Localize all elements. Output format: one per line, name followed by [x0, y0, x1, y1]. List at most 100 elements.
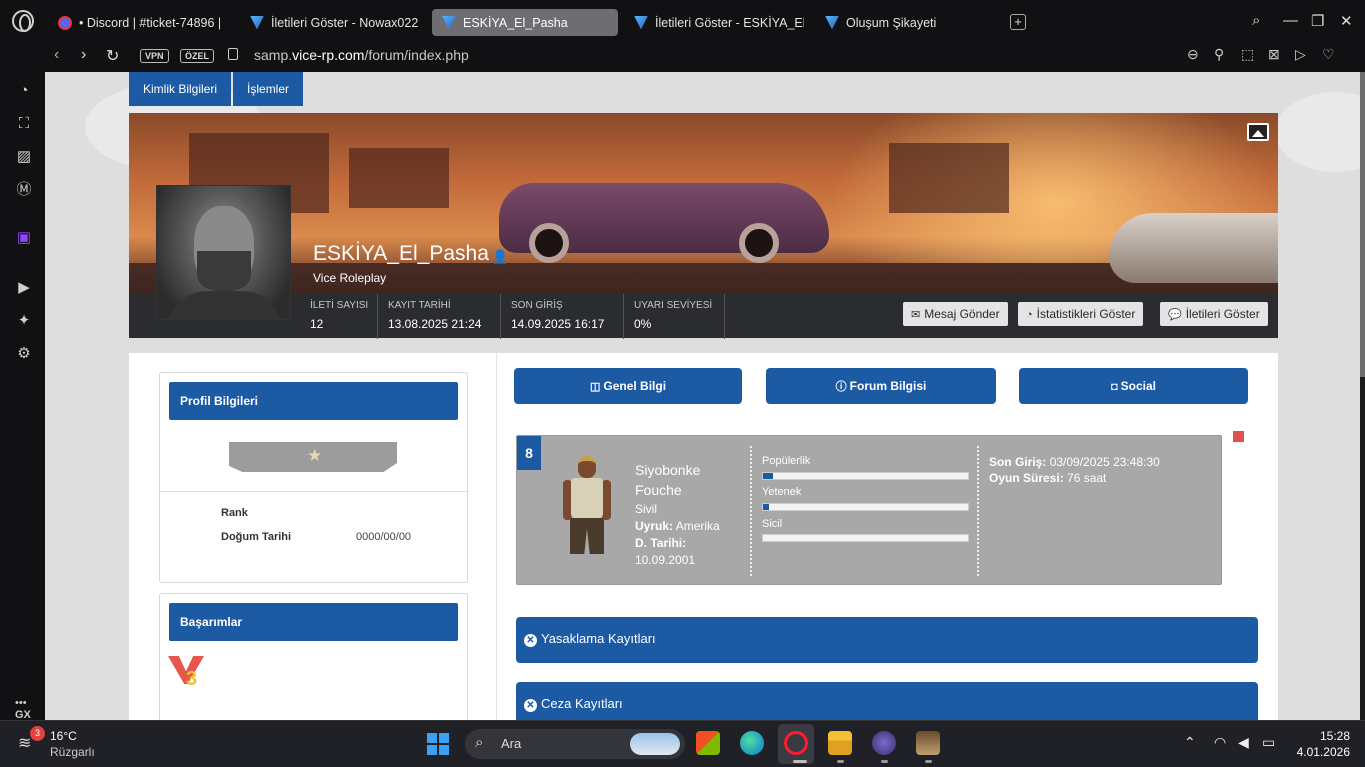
speed-icon[interactable]: ◔: [15, 82, 33, 100]
columns-icon: ◫: [589, 381, 601, 393]
tab-genel-bilgi[interactable]: ◫ Genel Bilgi: [514, 368, 742, 404]
tab-social[interactable]: ◘ Social: [1019, 368, 1248, 404]
search-tabs-icon[interactable]: ⌕: [1252, 12, 1260, 29]
status-indicator: [1233, 431, 1244, 442]
character-nationality: Uyruk: Amerika: [635, 519, 720, 533]
tab-kimlik-bilgileri[interactable]: Kimlik Bilgileri: [129, 72, 232, 106]
lock-icon[interactable]: [228, 48, 238, 60]
snapshot-icon[interactable]: ⬚: [1241, 46, 1254, 63]
adblock-icon[interactable]: ⊠: [1268, 46, 1280, 63]
skill-bar: [762, 503, 969, 511]
wifi-icon[interactable]: ◠: [1214, 734, 1226, 751]
character-last-login: Son Giriş: 03/09/2025 23:48:30: [989, 455, 1160, 469]
clock-time[interactable]: 15:28: [1300, 729, 1350, 743]
rank-label: Rank: [221, 507, 248, 519]
info-icon: ⓘ: [835, 381, 847, 393]
achievement-badge[interactable]: 3: [168, 656, 206, 692]
tab-islemler[interactable]: İşlemler: [233, 72, 304, 106]
edge-icon[interactable]: [740, 731, 764, 755]
record-label: Sicil: [762, 518, 783, 530]
clock-date[interactable]: 4.01.2026: [1290, 745, 1350, 759]
vpn-badge[interactable]: VPN: [140, 49, 169, 63]
character-card[interactable]: 8 Siyobonke Fouche Sivil Uyruk: Amerika …: [516, 435, 1222, 585]
heart-icon[interactable]: ♡: [1322, 46, 1335, 63]
achievements-card: Başarımlar 3: [159, 593, 468, 720]
profile-info-card: Profil Bilgileri ★ Rank Doğum Tarihi 000…: [159, 372, 468, 583]
back-icon[interactable]: ‹: [54, 46, 59, 64]
stat-last-login: SON GİRİŞ 14.09.2025 16:17: [501, 294, 624, 339]
rank-badge: ★: [225, 439, 401, 475]
tab-olusum[interactable]: Oluşum Şikayeti: [815, 9, 995, 36]
taskbar-search[interactable]: ⌕ Ara: [465, 729, 685, 759]
show-stats-button[interactable]: ◔ İstatistikleri Göster: [1018, 302, 1144, 326]
battery-icon[interactable]: ▭: [1262, 734, 1275, 751]
achievements-header: Başarımlar: [169, 603, 458, 641]
url-field[interactable]: samp.vice-rp.com/forum/index.php: [254, 47, 469, 63]
change-cover-image-icon[interactable]: [1247, 123, 1269, 141]
popularity-bar: [762, 472, 969, 480]
tab-discord[interactable]: • Discord | #ticket-74896 |: [48, 9, 226, 36]
opera-logo-icon[interactable]: [12, 10, 34, 32]
tab-eskiya-posts[interactable]: İletileri Göster - ESKİYA_El_: [624, 9, 804, 36]
weather-condition[interactable]: Rüzgarlı: [50, 745, 95, 759]
zoom-icon[interactable]: ⊖: [1187, 46, 1199, 63]
tab-title: ESKİYA_El_Pasha: [463, 15, 568, 30]
maximize-icon[interactable]: ❐: [1311, 12, 1324, 30]
search-placeholder: Ara: [501, 736, 522, 751]
discord-app-icon[interactable]: [872, 731, 896, 755]
tab-nowax[interactable]: İletileri Göster - Nowax022: [240, 9, 422, 36]
more-icon[interactable]: •••: [15, 697, 27, 709]
temperature[interactable]: 16°C: [50, 729, 77, 743]
start-button[interactable]: [427, 733, 449, 755]
search-highlight-image: [630, 733, 680, 755]
chevron-up-icon[interactable]: ⌃: [1184, 734, 1196, 751]
birthdate-label: Doğum Tarihi: [221, 531, 292, 543]
show-posts-button[interactable]: 💬 İletileri Göster: [1160, 302, 1268, 326]
bg-decoration: [1275, 92, 1360, 172]
reload-icon[interactable]: ↻: [106, 46, 119, 66]
page-scrollbar[interactable]: [1360, 72, 1365, 720]
close-icon[interactable]: ✕: [1340, 12, 1353, 30]
profile-content: Profil Bilgileri ★ Rank Doğum Tarihi 000…: [129, 353, 1278, 720]
vice-icon: [250, 15, 264, 30]
ban-records-accordion[interactable]: ✕ Yasaklama Kayıtları: [516, 617, 1258, 663]
penalty-records-accordion[interactable]: ✕ Ceza Kayıtları: [516, 682, 1258, 720]
profile-username: ESKİYA_El_Pasha: [313, 242, 489, 265]
character-last-name: Fouche: [635, 482, 682, 498]
send-icon[interactable]: ▷: [1295, 46, 1306, 63]
forward-icon[interactable]: ›: [81, 46, 86, 64]
tab-title: İletileri Göster - ESKİYA_El_: [655, 15, 804, 30]
private-badge[interactable]: ÖZEL: [180, 49, 214, 63]
tab-eskiya-active[interactable]: ESKİYA_El_Pasha: [432, 9, 618, 36]
profile-top-nav: Kimlik Bilgileri İşlemler: [129, 72, 304, 106]
tab-forum-bilgisi[interactable]: ⓘ Forum Bilgisi: [766, 368, 996, 404]
record-bar: [762, 534, 969, 542]
twitch-icon[interactable]: ▣: [15, 229, 33, 247]
volume-icon[interactable]: ◀: [1238, 734, 1249, 751]
aria-icon[interactable]: ⛶: [15, 115, 33, 133]
stat-register-date: KAYIT TARİHİ 13.08.2025 21:24: [378, 294, 501, 339]
vice-icon: [634, 15, 648, 30]
pin-icon[interactable]: ⚲: [1214, 46, 1224, 63]
character-playtime: Oyun Süresi: 76 saat: [989, 471, 1107, 485]
messenger-icon[interactable]: Ⓜ: [15, 181, 33, 199]
workspace-icon[interactable]: ▨: [15, 148, 33, 166]
gta-samp-icon[interactable]: [916, 731, 940, 755]
popularity-label: Popülerlik: [762, 455, 811, 467]
discord-icon: [58, 15, 72, 30]
opera-sidebar: ◔ ⛶ ▨ Ⓜ ▣ ▶ ✦ ⚙ GX: [0, 42, 45, 721]
skill-label: Yetenek: [762, 486, 802, 498]
player-icon[interactable]: ▶: [15, 279, 33, 297]
opera-gx-icon[interactable]: [784, 731, 808, 755]
character-skin-image: [557, 456, 617, 556]
extensions-icon[interactable]: ✦: [15, 312, 33, 330]
character-slot-number: 8: [517, 436, 541, 470]
settings-gear-icon[interactable]: ⚙: [15, 345, 33, 363]
forum-page: Kimlik Bilgileri İşlemler ESKİYA_El_Pash…: [45, 72, 1360, 720]
send-message-button[interactable]: ✉ Mesaj Gönder: [903, 302, 1008, 326]
store-icon[interactable]: [696, 731, 720, 755]
new-tab-button[interactable]: +: [1010, 14, 1026, 30]
minimize-icon[interactable]: —: [1283, 12, 1298, 29]
file-explorer-icon[interactable]: [828, 731, 852, 755]
avatar: [156, 185, 291, 320]
